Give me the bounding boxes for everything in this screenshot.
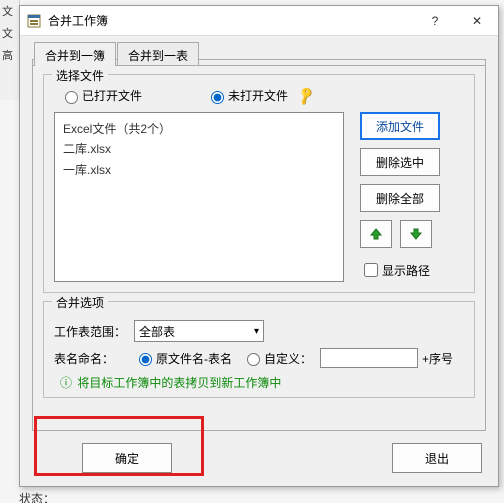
select-files-group: 选择文件 已打开文件 未打开文件 🔑 <box>43 74 475 293</box>
status-bar: 状态： <box>19 490 55 503</box>
tab-page-merge-to-book: 选择文件 已打开文件 未打开文件 🔑 <box>32 59 486 431</box>
titlebar: 合并工作簿 ? ✕ <box>20 6 498 36</box>
app-icon <box>26 13 42 29</box>
sheet-scope-label: 工作表范围： <box>54 323 134 340</box>
arrow-down-icon <box>409 227 423 241</box>
key-icon: 🔑 <box>295 85 317 107</box>
custom-name-field[interactable] <box>320 348 418 368</box>
suffix-label: +序号 <box>422 350 453 367</box>
remove-all-button[interactable]: 删除全部 <box>360 184 440 212</box>
tip-text: ⓘ 将目标工作簿中的表拷贝到新工作簿中 <box>60 374 464 391</box>
list-header: Excel文件（共2个） <box>63 119 335 139</box>
window-title: 合并工作簿 <box>48 12 414 29</box>
tab-label: 合并到一表 <box>128 49 188 63</box>
ok-button[interactable]: 确定 <box>82 443 172 473</box>
add-file-button[interactable]: 添加文件 <box>360 112 440 140</box>
tab-merge-to-book[interactable]: 合并到一簿 <box>34 42 116 66</box>
list-item[interactable]: 二库.xlsx <box>63 139 335 159</box>
background-ribbon: 文文高 <box>0 0 20 100</box>
group-legend: 合并选项 <box>52 294 108 311</box>
radio-custom-name[interactable]: 自定义： <box>242 350 312 367</box>
group-legend: 选择文件 <box>52 67 108 84</box>
dialog-footer: 确定 退出 <box>32 442 486 474</box>
chevron-down-icon: ▾ <box>254 326 259 337</box>
radio-opened-files[interactable]: 已打开文件 <box>60 87 142 104</box>
exit-button[interactable]: 退出 <box>392 443 482 473</box>
merge-workbook-dialog: 合并工作簿 ? ✕ 合并到一簿 合并到一表 选择文件 <box>19 5 499 487</box>
file-listbox[interactable]: Excel文件（共2个） 二库.xlsx 一库.xlsx <box>54 112 344 282</box>
list-item[interactable]: 一库.xlsx <box>63 160 335 180</box>
remove-selected-button[interactable]: 删除选中 <box>360 148 440 176</box>
close-button[interactable]: ✕ <box>456 6 498 36</box>
merge-options-group: 合并选项 工作表范围： 全部表 ▾ 表名命名： 原文件名-表名 <box>43 301 475 398</box>
help-button[interactable]: ? <box>414 6 456 36</box>
show-path-checkbox[interactable]: 显示路径 <box>360 260 430 280</box>
move-up-button[interactable] <box>360 220 392 248</box>
radio-original-name[interactable]: 原文件名-表名 <box>134 350 232 367</box>
naming-label: 表名命名： <box>54 350 134 367</box>
arrow-up-icon <box>369 227 383 241</box>
move-down-button[interactable] <box>400 220 432 248</box>
tab-merge-to-sheet[interactable]: 合并到一表 <box>117 42 199 66</box>
tab-label: 合并到一簿 <box>45 49 105 63</box>
sheet-scope-combo[interactable]: 全部表 ▾ <box>134 320 264 342</box>
radio-unopened-files[interactable]: 未打开文件 <box>206 87 288 104</box>
info-icon: ⓘ <box>60 376 72 390</box>
